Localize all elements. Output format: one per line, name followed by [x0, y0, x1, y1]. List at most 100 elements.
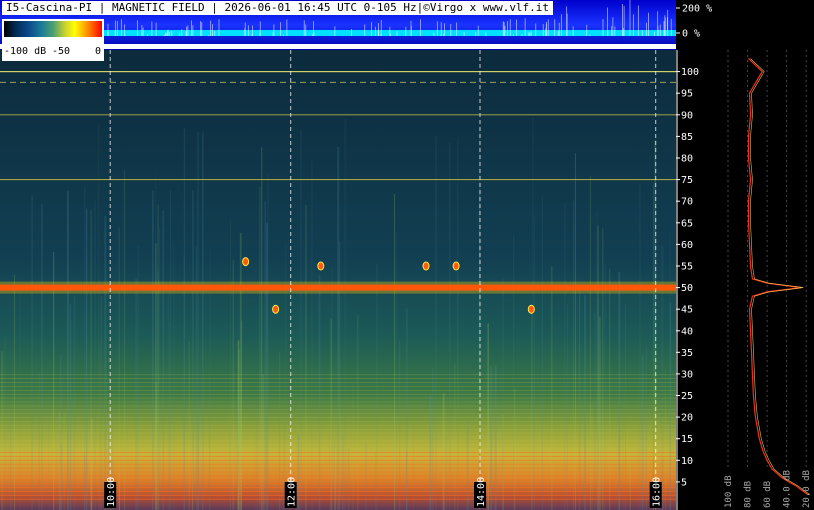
noise-streak: [625, 304, 626, 510]
noise-streak: [573, 200, 575, 510]
noise-streak: [344, 119, 347, 510]
noise-streak: [600, 341, 602, 510]
frequency-tick-label: 20: [681, 413, 693, 424]
noise-streak: [261, 147, 263, 510]
noise-streak: [394, 193, 395, 510]
noise-streak: [609, 268, 611, 510]
frequency-tick-label: 55: [681, 262, 693, 273]
freq-line-100hz: [0, 71, 676, 73]
noise-streak: [330, 318, 332, 510]
noise-streak: [448, 142, 451, 510]
amplitude-tick-label: 0 %: [682, 29, 700, 40]
noise-streak: [241, 320, 242, 510]
noise-streak: [597, 225, 599, 510]
frequency-tick-label: 95: [681, 89, 693, 100]
noise-streak: [67, 191, 69, 510]
noise-streak: [104, 216, 107, 510]
noise-streak: [466, 420, 469, 510]
frequency-tick-label: 50: [681, 283, 693, 294]
noise-streak: [584, 295, 586, 510]
noise-streak: [162, 210, 165, 510]
frequency-tick-label: 25: [681, 391, 693, 402]
noise-streak: [604, 263, 606, 510]
frequency-tick-label: 15: [681, 434, 693, 445]
noise-streak: [259, 187, 261, 510]
time-label: 12:00: [287, 477, 298, 507]
noise-streak: [155, 382, 157, 510]
noise-streak: [598, 316, 601, 510]
noise-streak: [311, 161, 313, 510]
profile-db-tick-label: 60 dB: [763, 481, 773, 508]
frequency-tick-label: 75: [681, 175, 693, 186]
noise-streak: [376, 264, 378, 510]
hotspot-mark: [317, 261, 325, 271]
noise-streak: [278, 352, 281, 510]
frequency-tick-label: 40: [681, 326, 693, 337]
profile-db-tick-label: 20.0 dB: [802, 470, 812, 508]
noise-streak: [283, 420, 285, 510]
frequency-tick-label: 90: [681, 110, 693, 121]
hotspot-mark: [527, 304, 535, 314]
hotspot-mark: [422, 261, 430, 271]
noise-streak: [202, 132, 204, 510]
noise-streak: [19, 288, 21, 510]
noise-streak: [532, 117, 534, 510]
frequency-tick-label: 60: [681, 240, 693, 251]
frequency-tick-label: 5: [681, 477, 687, 488]
noise-streak: [99, 346, 101, 510]
noise-streak: [494, 365, 497, 510]
color-scale-max-label: 0: [95, 46, 102, 57]
noise-streak: [541, 196, 543, 510]
frequency-tick-label: 35: [681, 348, 693, 359]
noise-streak: [318, 275, 321, 510]
noise-streak: [432, 367, 434, 510]
frequency-tick-label: 45: [681, 305, 693, 316]
noise-streak: [435, 135, 437, 510]
frequency-tick-label: 100: [681, 67, 699, 78]
frequency-tick-label: 30: [681, 369, 693, 380]
noise-streak: [347, 448, 350, 510]
noise-streak: [357, 314, 359, 510]
profile-db-tick-label: 40.0 dB: [783, 470, 793, 508]
hotspot-mark: [452, 261, 460, 271]
noise-streak: [257, 429, 258, 510]
noise-streak: [487, 323, 489, 510]
noise-streak: [123, 170, 126, 510]
noise-streak: [100, 295, 102, 510]
noise-streak: [665, 368, 666, 510]
hotspot-mark: [272, 304, 280, 314]
frequency-tick-label: 10: [681, 456, 693, 467]
noise-streak: [152, 190, 154, 510]
noise-streak: [94, 200, 96, 510]
color-scale-min-label: -100 dB: [4, 46, 47, 57]
noise-streak: [84, 455, 86, 510]
noise-streak: [264, 201, 266, 510]
noise-streak: [550, 266, 553, 510]
noise-streak: [31, 195, 33, 510]
noise-streak: [169, 190, 172, 510]
color-scale-legend: -100 dB -50 0: [2, 19, 104, 61]
noise-streak: [566, 304, 568, 510]
noise-streak: [14, 274, 15, 510]
time-label: 14:00: [476, 477, 487, 507]
hotspot-mark: [242, 257, 250, 267]
profile-background: [728, 50, 814, 510]
profile-db-tick-label: 80 dB: [744, 481, 754, 508]
amplitude-tick-label: 200 %: [682, 4, 712, 15]
frequency-tick-label: 70: [681, 197, 693, 208]
noise-streak: [69, 303, 71, 510]
chart-title: I5-Cascina-PI | MAGNETIC FIELD | 2026-06…: [2, 1, 554, 15]
noise-streak: [236, 392, 239, 510]
frequency-tick-label: 80: [681, 154, 693, 165]
freq-line-50hz-halo: [0, 281, 676, 294]
color-scale-mid-label: -50: [52, 46, 71, 57]
noise-streak: [267, 173, 269, 510]
noise-streak: [59, 354, 62, 510]
noise-streak: [230, 219, 231, 510]
noise-streak: [490, 365, 493, 510]
noise-streak: [406, 450, 408, 510]
time-label: 10:00: [106, 477, 117, 507]
frequency-tick-label: 65: [681, 218, 693, 229]
color-scale-gradient: [4, 21, 102, 37]
freq-line-90hz: [0, 114, 676, 116]
